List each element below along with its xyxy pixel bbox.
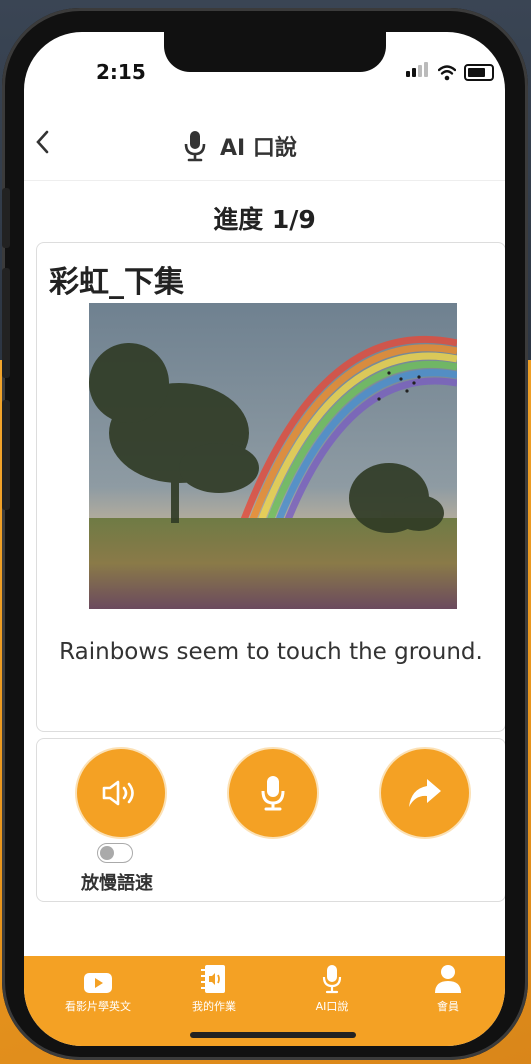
tab-label: 會員: [437, 1000, 459, 1013]
slow-speed-toggle[interactable]: [97, 843, 133, 863]
phone-side-button: [2, 400, 10, 510]
slow-speed-label: 放慢語速: [81, 873, 153, 894]
top-nav: AI 口說: [24, 114, 505, 181]
lesson-title: 彩虹_下集: [49, 265, 184, 300]
control-panel: 放慢語速: [36, 738, 505, 902]
speaker-icon: [102, 780, 134, 806]
microphone-icon: [322, 965, 342, 994]
tab-member[interactable]: 會員: [398, 964, 498, 1014]
tab-label: 我的作業: [192, 1000, 236, 1013]
video-play-icon: [84, 973, 112, 993]
tab-ai-speaking[interactable]: AI口說: [282, 964, 382, 1014]
phone-side-button: [2, 188, 10, 248]
status-icons: [406, 62, 494, 81]
phone-side-button: [2, 268, 10, 378]
notch: [164, 32, 386, 72]
status-time: 2:15: [96, 60, 146, 84]
lesson-card: 彩虹_下集 Rainbows seem to touch the ground.: [36, 242, 505, 732]
page-title-group: AI 口說: [184, 130, 297, 162]
home-indicator: [190, 1032, 356, 1038]
user-icon: [435, 965, 461, 993]
lesson-image: [89, 303, 457, 609]
chevron-left-icon: [36, 130, 49, 154]
tab-videos[interactable]: 看影片學英文: [48, 964, 148, 1014]
tab-label: 看影片學英文: [65, 1000, 131, 1013]
progress-label: 進度 1/9: [213, 205, 316, 234]
page-title: AI 口說: [220, 136, 297, 161]
app-screen: 2:15 AI 口說 進度 1/9 彩虹_下集 Rainbows seem to…: [24, 32, 505, 1046]
record-button[interactable]: [227, 747, 319, 839]
wifi-icon: [438, 65, 456, 81]
sentence-text: Rainbows seem to touch the ground.: [59, 639, 483, 665]
back-button[interactable]: [34, 128, 50, 163]
next-button[interactable]: [379, 747, 471, 839]
share-arrow-icon: [409, 779, 441, 807]
tab-homework[interactable]: 我的作業: [164, 964, 264, 1014]
signal-icon: [406, 62, 430, 81]
play-audio-button[interactable]: [75, 747, 167, 839]
phone-frame: 2:15 AI 口說 進度 1/9 彩虹_下集 Rainbows seem to…: [2, 8, 528, 1060]
homework-icon: [201, 965, 225, 993]
microphone-icon: [184, 131, 206, 162]
battery-icon: [464, 64, 494, 81]
tab-label: AI口說: [315, 1000, 349, 1013]
microphone-icon: [261, 776, 285, 811]
